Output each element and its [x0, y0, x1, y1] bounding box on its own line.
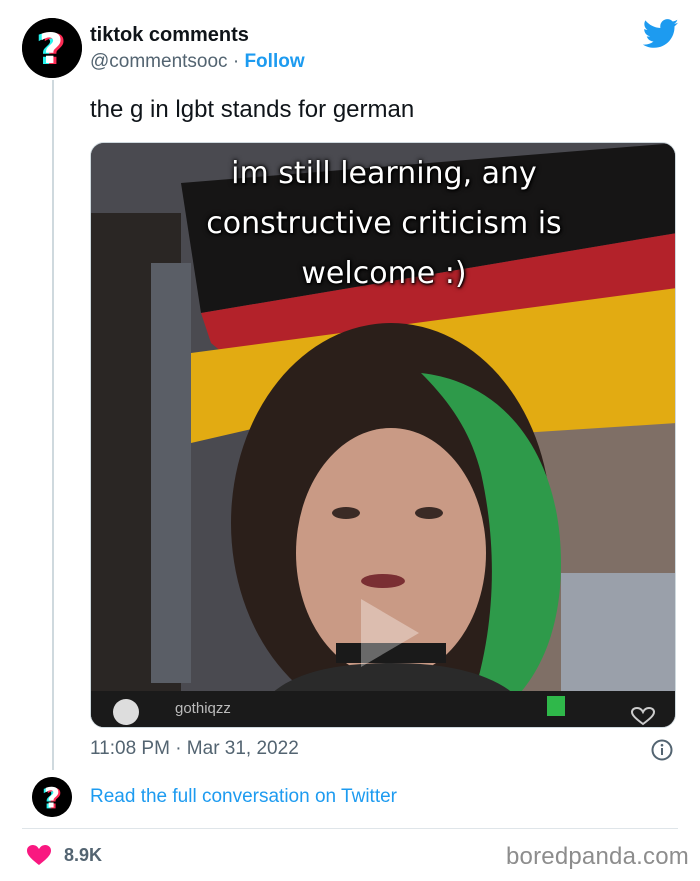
separator: · — [232, 51, 240, 72]
question-mark-icon: ? ? ? — [32, 777, 72, 817]
read-conversation-link[interactable]: Read the full conversation on Twitter — [90, 786, 397, 808]
tweet-timestamp[interactable]: 11:08 PM · Mar 31, 2022 — [90, 738, 299, 760]
follow-button[interactable]: Follow — [244, 51, 304, 72]
conversation-avatar[interactable]: ? ? ? — [32, 777, 72, 817]
question-mark-icon: ? ? ? — [22, 18, 82, 78]
status-indicator — [547, 696, 565, 716]
video-user-avatar — [113, 699, 139, 725]
thread-line — [52, 80, 54, 770]
display-name[interactable]: tiktok comments — [90, 24, 249, 47]
video-info-bar: gothiqzz — [91, 691, 675, 727]
video-username: gothiqzz — [175, 700, 231, 717]
heart-outline-icon — [630, 706, 656, 726]
handle[interactable]: @commentsooc — [90, 51, 228, 72]
caption-line: im still learning, any — [231, 156, 537, 191]
tweet-media[interactable]: im still learning, any constructive crit… — [90, 142, 676, 728]
play-icon[interactable] — [353, 593, 423, 673]
svg-text:?: ? — [44, 781, 60, 814]
like-count: 8.9K — [64, 845, 103, 865]
divider — [22, 828, 678, 829]
tweet-text: the g in lgbt stands for german — [90, 96, 415, 123]
tweet-card: ? ? ? tiktok comments @commentsooc · Fol… — [0, 0, 700, 881]
media-caption: im still learning, any constructive crit… — [91, 149, 675, 299]
caption-line: constructive criticism is — [206, 206, 562, 241]
handle-row: @commentsooc · Follow — [90, 51, 305, 73]
info-icon[interactable] — [651, 739, 673, 761]
twitter-bird-icon[interactable] — [643, 18, 679, 50]
svg-text:?: ? — [39, 24, 63, 73]
caption-line: welcome :) — [301, 256, 467, 291]
avatar[interactable]: ? ? ? — [22, 18, 82, 78]
heart-icon[interactable] — [26, 844, 52, 866]
watermark: boredpanda.com — [506, 843, 689, 870]
